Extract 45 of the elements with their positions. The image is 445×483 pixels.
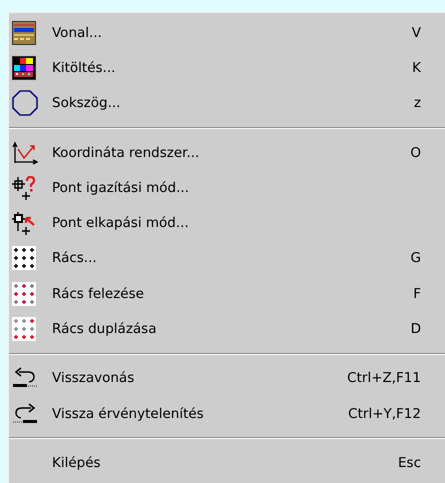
menu-item[interactable]: Rács duplázása D xyxy=(9,311,445,347)
shortcut-text: G xyxy=(410,250,422,266)
menu-item[interactable]: Kitöltés... K xyxy=(9,50,445,86)
menu-item[interactable]: Visszavonás Ctrl+Z,F11 xyxy=(9,360,445,396)
menu-item[interactable]: Pont elkapási mód... xyxy=(9,205,445,241)
grid-icon xyxy=(12,317,36,342)
menu-label: Rács... xyxy=(52,250,98,266)
menu-item[interactable]: Vonal... V xyxy=(9,15,445,50)
menu-label: Vissza érvénytelenítés xyxy=(52,406,205,422)
menu-label: Rács felezése xyxy=(52,286,145,302)
line-style-icon xyxy=(12,20,36,45)
shortcut-text: D xyxy=(410,321,422,338)
shortcut-text: Ctrl+Y,F12 xyxy=(347,406,422,422)
grid-icon xyxy=(12,282,36,306)
redo-icon xyxy=(12,402,38,425)
menu-label: Koordináta rendszer... xyxy=(52,144,200,161)
menu-label: Rács duplázása xyxy=(52,321,158,338)
coordinate-axes-icon xyxy=(12,140,38,165)
menu-item[interactable]: Vissza érvénytelenítés Ctrl+Y,F12 xyxy=(9,396,445,432)
menu-label: Vonal... xyxy=(52,24,103,41)
menu-item[interactable]: Pont igazítási mód... xyxy=(9,170,445,206)
shortcut-text: O xyxy=(409,144,422,161)
shortcut-text: z xyxy=(412,95,422,112)
menu-item[interactable]: Kilépés Esc xyxy=(9,445,445,481)
color-palette-icon xyxy=(12,56,36,80)
snap-point-icon xyxy=(12,211,36,236)
shortcut-text: F xyxy=(412,286,422,302)
menu-label: Pont elkapási mód... xyxy=(52,215,190,232)
menu-item[interactable]: Rács felezése F xyxy=(9,276,445,312)
snap-point-icon xyxy=(12,176,36,200)
octagon-icon xyxy=(12,90,38,116)
menu-label: Sokszög... xyxy=(52,95,122,112)
menu-label: Visszavonás xyxy=(52,370,136,386)
grid-icon xyxy=(12,246,36,270)
shortcut-text: Ctrl+Z,F11 xyxy=(346,370,422,386)
menu-label: Pont igazítási mód... xyxy=(52,180,190,196)
shortcut-text: V xyxy=(410,24,422,41)
undo-icon xyxy=(12,367,38,390)
menu-item[interactable]: Sokszög... z xyxy=(9,86,445,121)
menu-item[interactable]: Koordináta rendszer... O xyxy=(9,134,445,170)
menu-label: Kitöltés... xyxy=(52,60,116,76)
menu-item[interactable]: Rács... G xyxy=(9,240,445,276)
shortcut-text: K xyxy=(411,60,422,76)
menu-label: Kilépés xyxy=(52,454,102,471)
shortcut-text: Esc xyxy=(397,454,422,471)
